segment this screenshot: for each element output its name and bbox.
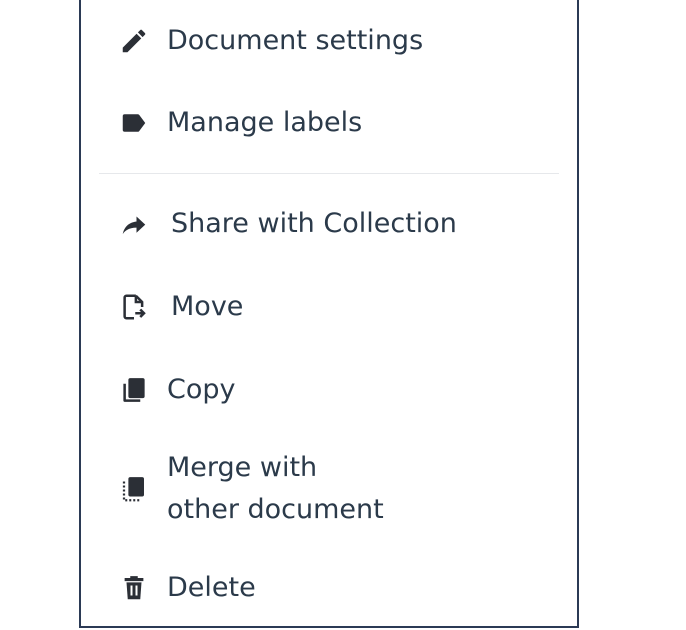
menu-item-label: Copy <box>167 374 236 405</box>
copy-icon <box>117 373 151 407</box>
menu-item-move[interactable]: Move <box>81 286 577 328</box>
menu-item-copy[interactable]: Copy <box>81 369 577 411</box>
trash-icon <box>117 571 151 605</box>
menu-item-label: Manage labels <box>167 107 363 138</box>
menu-item-delete[interactable]: Delete <box>81 567 577 609</box>
document-context-menu: Document settings Manage labels Share wi… <box>79 0 579 628</box>
menu-item-merge-with-other-document[interactable]: Merge with other document <box>81 447 577 531</box>
menu-item-label: Move <box>171 291 244 322</box>
menu-item-label-line2: other document <box>167 494 384 525</box>
merge-document-icon <box>117 472 151 506</box>
pencil-icon <box>117 24 151 58</box>
menu-item-label: Delete <box>167 572 256 603</box>
menu-item-document-settings[interactable]: Document settings <box>81 20 577 62</box>
menu-item-share-with-collection[interactable]: Share with Collection <box>81 203 577 245</box>
menu-item-manage-labels[interactable]: Manage labels <box>81 102 577 144</box>
move-document-icon <box>117 290 151 324</box>
share-arrow-icon <box>117 207 151 241</box>
menu-divider <box>99 173 559 174</box>
menu-item-label: Document settings <box>167 25 424 56</box>
menu-item-label: Merge with <box>167 452 318 483</box>
menu-item-label: Share with Collection <box>171 208 457 239</box>
label-tag-icon <box>117 106 151 140</box>
